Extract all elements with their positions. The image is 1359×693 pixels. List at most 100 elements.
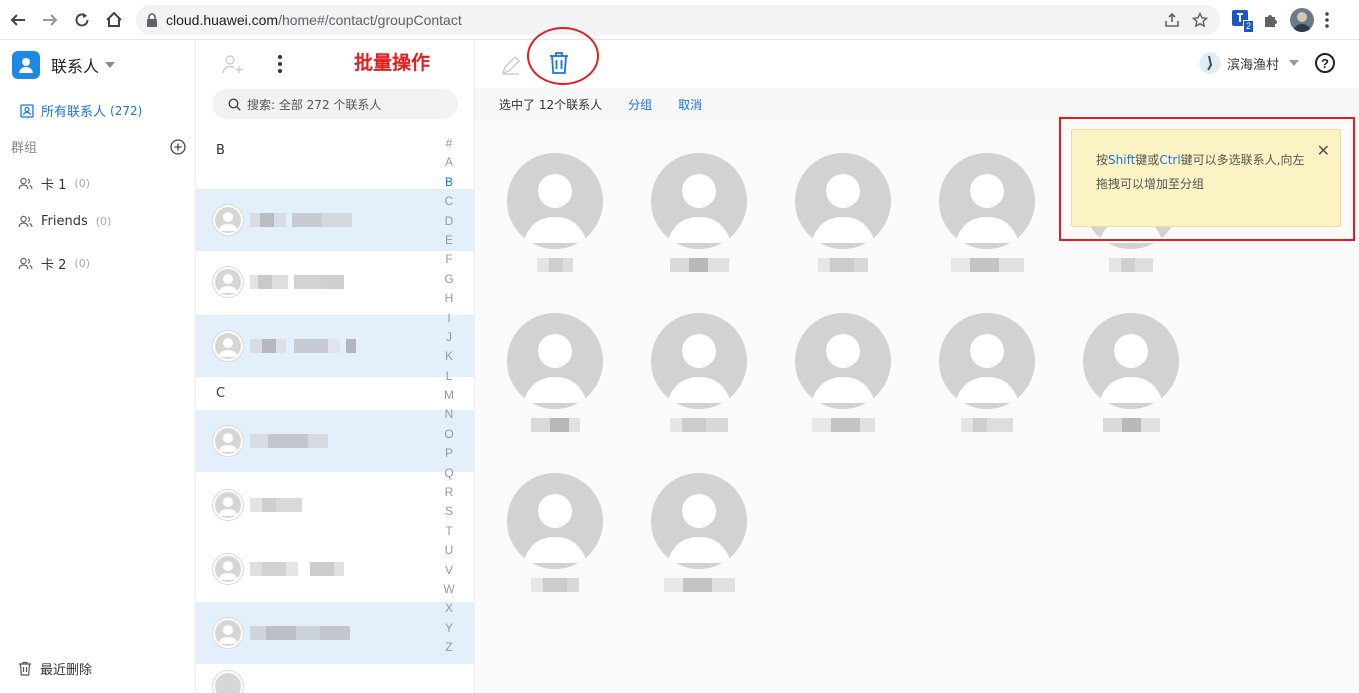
alphabet-letter[interactable]: W [443, 580, 454, 599]
address-bar[interactable]: cloud.huawei.com/home#/contact/groupCont… [136, 5, 1220, 35]
account-menu[interactable]: 滨海渔村 [1198, 52, 1299, 74]
contact-card[interactable] [927, 313, 1047, 463]
alphabet-letter[interactable]: M [444, 386, 454, 405]
list-item[interactable] [196, 251, 474, 313]
alphabet-letter[interactable]: G [444, 270, 453, 289]
help-icon[interactable]: ? [1315, 53, 1335, 73]
contact-card[interactable] [783, 313, 903, 463]
back-icon[interactable] [2, 4, 34, 36]
alphabet-letter[interactable]: K [445, 347, 453, 366]
alphabet-letter[interactable]: B [445, 173, 453, 192]
contact-card-icon [20, 103, 34, 118]
contact-list-pane: 批量操作 搜索: 全部 272 个联系人 B C # A B C D E F G… [196, 40, 475, 693]
list-item[interactable] [196, 410, 474, 472]
close-icon[interactable]: ✕ [1317, 140, 1330, 164]
list-item[interactable] [196, 474, 474, 536]
groups-label: 群组 [11, 141, 38, 156]
sidebar-item-group-card1[interactable]: 卡 1 (0) [18, 174, 90, 193]
edit-icon[interactable] [500, 54, 522, 76]
avatar [212, 617, 244, 649]
sidebar: 联系人 所有联系人 (272) 群组 卡 1 (0) Friends (0) 卡… [0, 40, 196, 693]
alphabet-letter[interactable]: A [445, 153, 453, 172]
redacted-name [495, 578, 615, 592]
group-count: (0) [74, 177, 90, 190]
contact-card[interactable] [639, 473, 759, 623]
contact-card[interactable] [495, 313, 615, 463]
alphabet-letter[interactable]: H [445, 289, 454, 308]
alphabet-letter[interactable]: Y [445, 619, 453, 638]
alphabet-letter[interactable]: P [445, 444, 453, 463]
redacted-name [639, 258, 759, 272]
group-name: Friends [41, 214, 88, 229]
contact-card[interactable] [495, 473, 615, 623]
sidebar-item-recently-deleted[interactable]: 最近删除 [18, 659, 92, 678]
group-icon [18, 257, 33, 270]
add-contact-icon[interactable] [222, 54, 244, 74]
list-item[interactable] [196, 315, 474, 377]
main-pane: 滨海渔村 ? 选中了 12个联系人 分组 取消 按Shift键或Ctrl键可以多… [475, 27, 1359, 693]
multi-select-tip: 按Shift键或Ctrl键可以多选联系人,向左拖拽可以增加至分组 ✕ [1071, 129, 1341, 227]
contact-card[interactable] [639, 153, 759, 303]
list-item[interactable] [196, 538, 474, 600]
alphabet-letter[interactable]: R [445, 483, 454, 502]
avatar [212, 266, 244, 298]
list-item[interactable] [196, 666, 474, 693]
contact-card[interactable] [639, 313, 759, 463]
group-name: 卡 2 [41, 258, 67, 273]
search-input[interactable]: 搜索: 全部 272 个联系人 [212, 89, 458, 119]
sidebar-item-all-contacts[interactable]: 所有联系人 (272) [20, 101, 142, 120]
group-icon [18, 215, 33, 228]
share-icon[interactable] [1164, 12, 1180, 28]
alphabet-letter[interactable]: T [445, 522, 452, 541]
alphabet-letter[interactable]: Z [445, 638, 452, 657]
alphabet-letter[interactable]: X [445, 599, 453, 618]
alphabet-letter[interactable]: U [445, 541, 454, 560]
profile-avatar[interactable] [1290, 8, 1314, 32]
section-header-c: C [216, 386, 226, 401]
browser-toolbar: cloud.huawei.com/home#/contact/groupCont… [0, 0, 1359, 40]
group-link[interactable]: 分组 [628, 96, 652, 113]
list-item[interactable] [196, 189, 474, 251]
sidebar-item-group-friends[interactable]: Friends (0) [18, 214, 111, 229]
alphabet-letter[interactable]: F [445, 250, 452, 269]
add-group-icon[interactable] [170, 138, 186, 155]
sidebar-item-group-card2[interactable]: 卡 2 (0) [18, 254, 90, 273]
contact-card[interactable] [927, 153, 1047, 303]
alphabet-letter[interactable]: # [446, 134, 453, 153]
contact-card[interactable] [1071, 313, 1191, 463]
chevron-down-icon [1289, 60, 1299, 66]
extension-badge: 2 [1242, 20, 1254, 33]
puzzle-icon[interactable] [1262, 11, 1280, 29]
alphabet-letter[interactable]: I [447, 309, 450, 328]
alphabet-letter[interactable]: D [445, 212, 454, 231]
extension-icon[interactable]: 2 [1230, 9, 1254, 33]
alphabet-letter[interactable]: L [446, 367, 453, 386]
list-toolbar: 批量操作 [196, 40, 474, 88]
avatar [939, 313, 1035, 409]
browser-menu-icon[interactable] [1324, 11, 1330, 29]
tip-text: 键或 [1135, 153, 1160, 167]
cancel-link[interactable]: 取消 [678, 96, 702, 113]
contact-card[interactable] [783, 153, 903, 303]
alphabet-letter[interactable]: V [445, 561, 453, 580]
contact-card[interactable] [495, 153, 615, 303]
avatar [651, 313, 747, 409]
search-placeholder: 搜索: 全部 272 个联系人 [247, 97, 382, 112]
alphabet-letter[interactable]: C [445, 192, 454, 211]
alphabet-letter[interactable]: S [445, 502, 453, 521]
redacted-name [495, 418, 615, 432]
forward-icon[interactable] [34, 4, 66, 36]
alphabet-letter[interactable]: O [444, 425, 453, 444]
app-switcher[interactable]: 联系人 [12, 51, 116, 79]
alphabet-letter[interactable]: E [445, 231, 453, 250]
list-item[interactable] [196, 602, 474, 664]
alphabet-letter[interactable]: J [446, 328, 452, 347]
redacted-name [250, 498, 302, 512]
alphabet-letter[interactable]: N [445, 405, 454, 424]
home-icon[interactable] [98, 4, 130, 36]
group-count: (0) [74, 257, 90, 270]
reload-icon[interactable] [66, 4, 98, 36]
alphabet-letter[interactable]: Q [444, 464, 453, 483]
more-options-icon[interactable] [277, 54, 283, 74]
bookmark-star-icon[interactable] [1192, 12, 1208, 28]
